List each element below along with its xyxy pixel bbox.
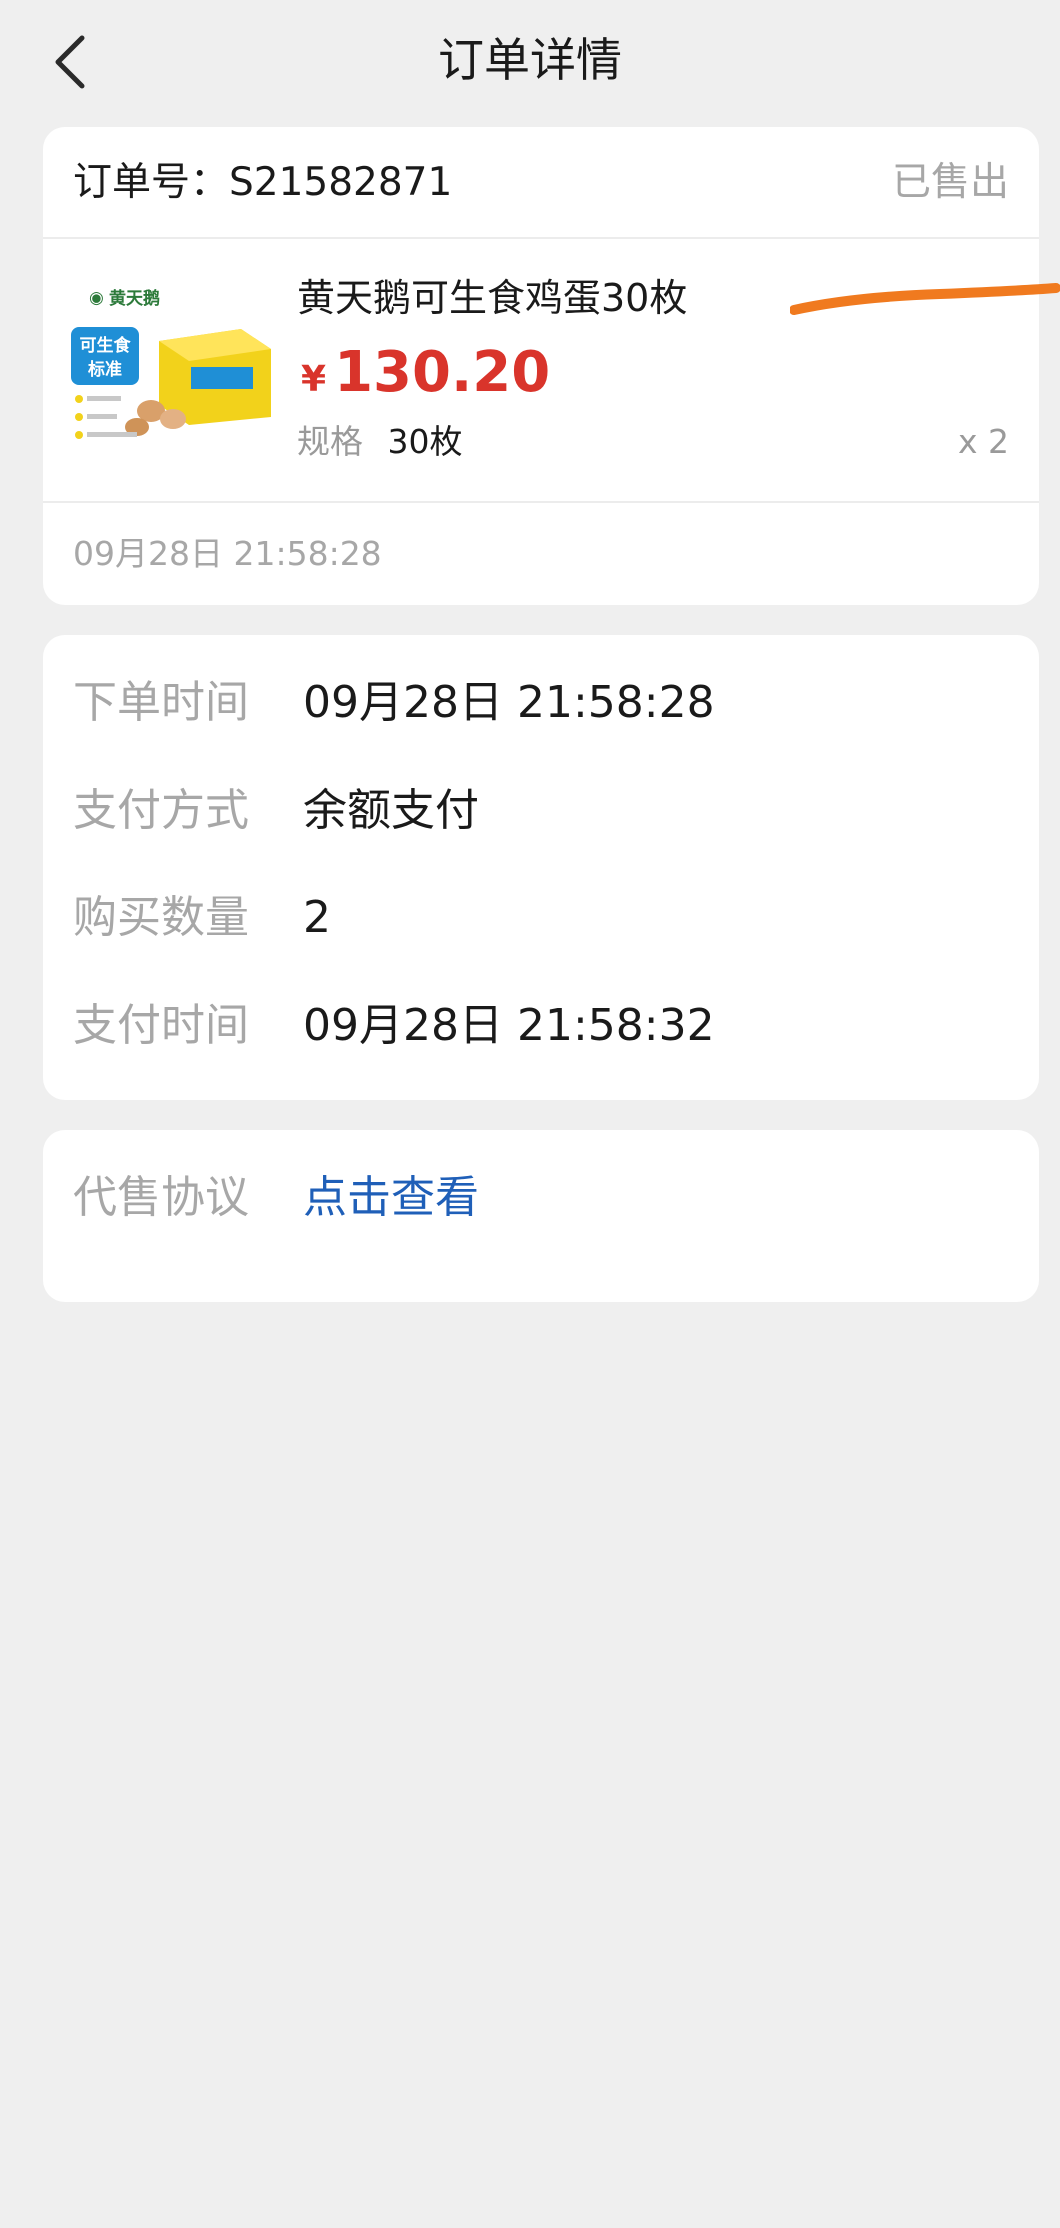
- svg-text:可生食: 可生食: [80, 335, 132, 356]
- detail-row-payment-method: 支付方式 余额支付: [73, 779, 479, 843]
- detail-row-order-time: 下单时间 09月28日 21:58:28: [73, 671, 715, 735]
- detail-row-quantity: 购买数量 2: [73, 886, 331, 950]
- detail-value: 09月28日 21:58:32: [303, 1000, 715, 1051]
- spec-value: 30枚: [387, 422, 463, 461]
- currency-symbol: ¥: [301, 359, 327, 400]
- order-number: 订单号：S21582871: [73, 160, 453, 205]
- navigation-bar: 订单详情: [0, 0, 1060, 124]
- agreement-row: 代售协议 点击查看: [73, 1166, 479, 1230]
- page-title: 订单详情: [438, 33, 622, 87]
- detail-value: 余额支付: [303, 785, 479, 836]
- product-name: 黄天鹅可生食鸡蛋30枚: [297, 276, 688, 320]
- product-item[interactable]: ◉ 黄天鹅 可生食 标准 黄天鹅可生食鸡蛋30枚 ¥ 130.20 规格 30枚: [43, 239, 1039, 503]
- product-quantity: x 2: [957, 422, 1009, 461]
- order-timestamp: 09月28日 21:58:28: [73, 534, 382, 573]
- agreement-card: 代售协议 点击查看: [43, 1130, 1039, 1302]
- detail-row-payment-time: 支付时间 09月28日 21:58:32: [73, 994, 715, 1058]
- product-thumbnail: ◉ 黄天鹅 可生食 标准: [71, 277, 281, 449]
- product-spec: 规格 30枚: [297, 417, 463, 467]
- product-price: ¥ 130.20: [301, 335, 550, 411]
- svg-text:◉: ◉: [89, 288, 104, 308]
- order-number-row: 订单号：S21582871 已售出: [43, 127, 1039, 239]
- detail-label: 支付时间: [73, 1000, 249, 1051]
- agreement-label: 代售协议: [73, 1172, 249, 1223]
- svg-text:标准: 标准: [88, 359, 122, 380]
- detail-label: 下单时间: [73, 677, 249, 728]
- detail-label: 购买数量: [73, 892, 249, 943]
- spec-label: 规格: [297, 422, 363, 461]
- detail-value: 09月28日 21:58:28: [303, 677, 715, 728]
- detail-label: 支付方式: [73, 785, 249, 836]
- detail-value: 2: [303, 892, 331, 943]
- view-agreement-link[interactable]: 点击查看: [303, 1166, 479, 1230]
- order-details-card: 下单时间 09月28日 21:58:28 支付方式 余额支付 购买数量 2 支付…: [43, 635, 1039, 1100]
- orange-marker-stroke: [790, 283, 1060, 315]
- thumbnail-brand: 黄天鹅: [109, 288, 160, 309]
- order-card: 订单号：S21582871 已售出 ◉ 黄天鹅 可生食 标准 黄天鹅可生食鸡蛋3…: [43, 127, 1039, 605]
- order-status-badge: 已售出: [891, 160, 1009, 205]
- price-amount: 130.20: [334, 340, 551, 405]
